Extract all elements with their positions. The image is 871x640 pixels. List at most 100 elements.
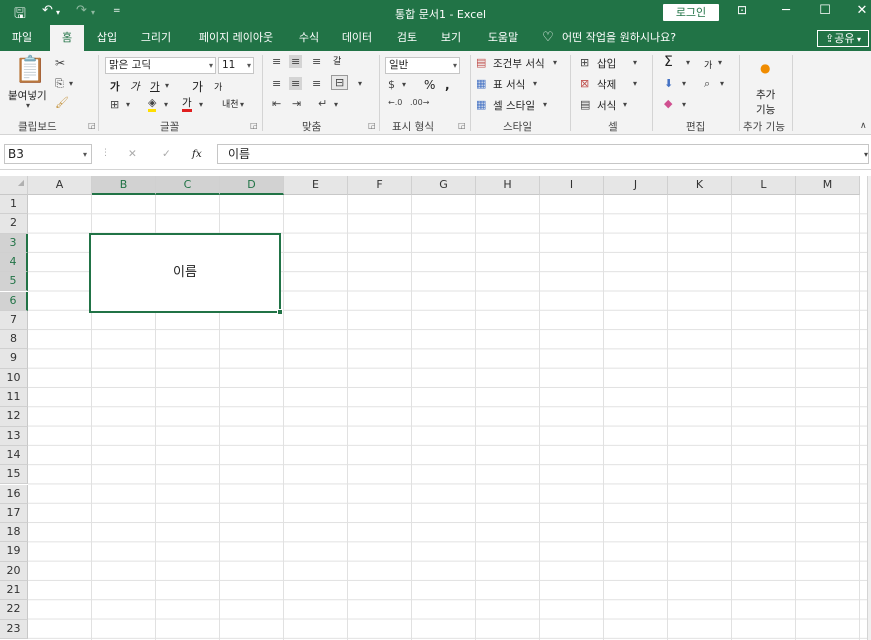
paste-dropdown-icon[interactable]: ▾ [26,101,30,110]
accounting-dropdown-icon[interactable]: ▾ [402,80,406,89]
align-middle-icon[interactable]: ≡ [289,55,303,68]
chevron-down-icon[interactable]: ▾ [720,79,724,88]
row-header-19[interactable]: 19 [0,542,28,562]
border-dropdown-icon[interactable]: ▾ [126,100,130,109]
row-header-12[interactable]: 12 [0,407,28,427]
row-header-18[interactable]: 18 [0,523,28,543]
font-color-dropdown-icon[interactable]: ▾ [199,100,203,109]
row-header-4[interactable]: 4 [0,252,28,273]
insert-cells-button[interactable]: 삽입 [597,56,616,71]
align-center-icon[interactable]: ≡ [289,77,303,90]
column-header-l[interactable]: L [732,176,796,195]
percent-style-button[interactable]: % [424,78,435,92]
close-icon[interactable]: ✕ [851,3,871,18]
wrap-text-icon[interactable]: ↵ [318,97,327,110]
italic-button[interactable]: 가 [130,79,140,94]
row-header-3[interactable]: 3 [0,233,28,253]
column-header-k[interactable]: K [668,176,732,195]
share-button[interactable]: ⇪공유 ▾ [817,30,869,47]
chevron-down-icon[interactable]: ▾ [718,58,722,67]
tab-draw[interactable]: 그리기 [134,25,178,51]
add-ins-button-label-2[interactable]: 기능 [756,102,775,117]
fill-color-dropdown-icon[interactable]: ▾ [164,100,168,109]
align-bottom-icon[interactable]: ≡ [312,55,321,68]
row-header-11[interactable]: 11 [0,388,28,408]
tab-home[interactable]: 홈 [50,25,84,51]
decrease-font-size-button[interactable]: 가 [214,80,222,93]
row-header-1[interactable]: 1 [0,195,28,215]
column-header-j[interactable]: J [604,176,668,195]
fill-color-icon[interactable]: ◈ [148,97,157,112]
autosum-button[interactable]: Σ [664,54,673,70]
redo-icon[interactable]: ↷ [76,3,87,18]
increase-indent-icon[interactable]: ⇥ [292,97,301,110]
minimize-icon[interactable]: ─ [775,3,797,18]
customize-quick-access-icon[interactable]: = [113,6,121,16]
clipboard-launcher-icon[interactable]: ◲ [88,121,96,130]
column-header-m[interactable]: M [796,176,860,195]
align-right-icon[interactable]: ≡ [312,77,321,90]
expand-formula-bar-icon[interactable]: ▾ [864,150,868,159]
row-header-9[interactable]: 9 [0,349,28,369]
chevron-down-icon[interactable]: ▾ [543,100,547,109]
bold-button[interactable]: 가 [110,79,120,94]
enter-icon[interactable]: ✓ [162,148,171,160]
wrap-dropdown-icon[interactable]: ▾ [334,100,338,109]
row-header-16[interactable]: 16 [0,484,28,504]
orientation-button[interactable]: 갈 [333,54,341,67]
paste-icon[interactable]: 📋 [14,55,46,85]
border-icon[interactable]: ⊞ [110,98,119,111]
column-header-f[interactable]: F [348,176,412,195]
alignment-launcher-icon[interactable]: ◲ [368,121,376,130]
merged-cell-b3-d6[interactable]: 이름 [89,233,281,313]
underline-dropdown-icon[interactable]: ▾ [165,81,169,90]
redo-dropdown-icon[interactable]: ▾ [91,8,95,17]
row-header-23[interactable]: 23 [0,619,28,639]
formula-input[interactable]: 이름 [217,144,869,164]
comma-style-button[interactable]: , [445,78,450,92]
fill-icon[interactable]: ⬇ [664,77,673,90]
row-header-22[interactable]: 22 [0,600,28,620]
chevron-down-icon[interactable]: ▾ [686,58,690,67]
column-header-b[interactable]: B [92,176,156,195]
tab-view[interactable]: 보기 [434,25,468,51]
cut-icon[interactable]: ✂ [55,56,65,70]
row-header-13[interactable]: 13 [0,426,28,446]
row-header-7[interactable]: 7 [0,310,28,331]
undo-dropdown-icon[interactable]: ▾ [56,8,60,17]
row-header-15[interactable]: 15 [0,465,28,485]
format-as-table-icon[interactable]: ▦ [476,77,486,90]
number-launcher-icon[interactable]: ◲ [458,121,466,130]
phonetic-button[interactable]: 내천 [222,97,239,110]
find-select-icon[interactable]: ⌕ [704,77,710,91]
tab-data[interactable]: 데이터 [334,25,380,51]
phonetic-dropdown-icon[interactable]: ▾ [240,100,244,109]
format-cells-button[interactable]: 서식 [597,98,616,113]
align-top-icon[interactable]: ≡ [272,55,281,68]
undo-icon[interactable]: ↶ [42,3,53,18]
chevron-down-icon[interactable]: ▾ [623,100,627,109]
row-header-21[interactable]: 21 [0,581,28,601]
column-header-d[interactable]: D [220,176,284,195]
sort-filter-button[interactable]: 가 [704,58,712,71]
chevron-down-icon[interactable]: ▾ [682,100,686,109]
cell-styles-button[interactable]: 셀 스타일 [493,98,535,113]
merge-center-icon[interactable]: ⊟ [331,75,349,90]
cancel-icon[interactable]: ✕ [128,148,137,160]
row-header-5[interactable]: 5 [0,272,28,292]
chevron-down-icon[interactable]: ▾ [553,58,557,67]
column-header-c[interactable]: C [156,176,220,195]
number-format-select[interactable]: 일반 ▾ [385,57,460,74]
row-header-10[interactable]: 10 [0,368,28,388]
copy-icon[interactable]: ⎘ [55,77,64,91]
delete-cells-button[interactable]: 삭제 [597,77,616,92]
column-header-h[interactable]: H [476,176,540,195]
chevron-down-icon[interactable]: ▾ [682,79,686,88]
decrease-decimal-icon[interactable]: .00→ [410,98,429,107]
column-header-i[interactable]: I [540,176,604,195]
maximize-icon[interactable]: ☐ [814,3,836,18]
tell-me-search[interactable]: 어떤 작업을 원하시나요? [562,25,698,51]
format-cells-icon[interactable]: ▤ [580,98,590,111]
underline-button[interactable]: 가 [150,79,160,94]
merge-dropdown-icon[interactable]: ▾ [358,79,362,88]
